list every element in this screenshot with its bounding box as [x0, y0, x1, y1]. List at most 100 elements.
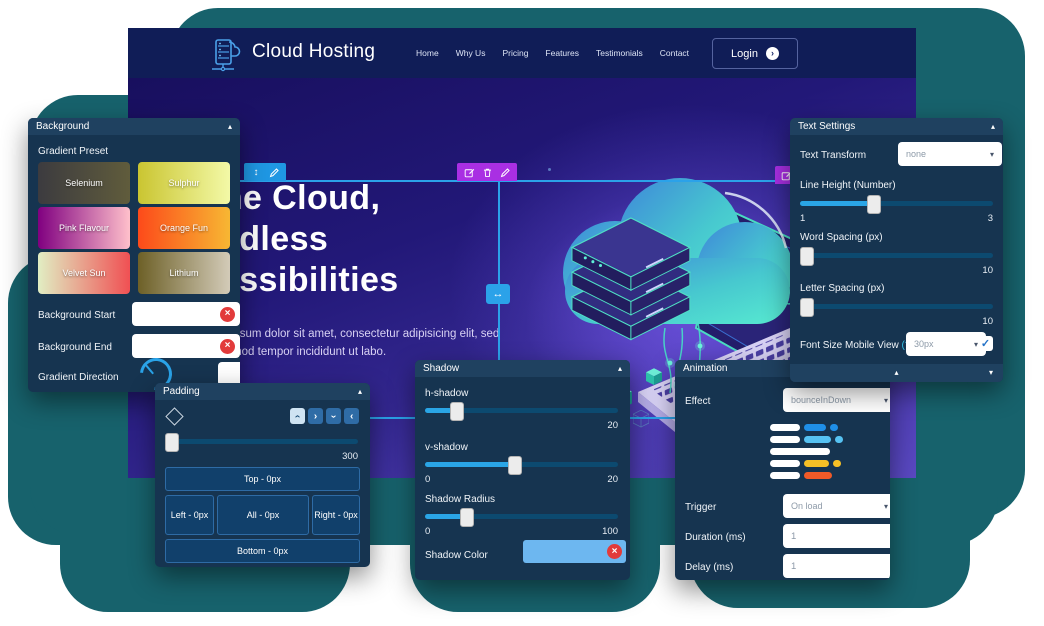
text-transform-select[interactable]: none ▾: [898, 142, 1002, 166]
shadow-color-swatch[interactable]: ×: [523, 540, 626, 563]
slider-thumb[interactable]: [165, 433, 179, 452]
trigger-label: Trigger: [685, 502, 716, 513]
slider-thumb[interactable]: [867, 195, 881, 214]
direction-left-button[interactable]: ›: [344, 408, 359, 424]
gradient-preset-sulphur[interactable]: Sulphur: [138, 162, 230, 204]
slider-max-label: 10: [982, 316, 993, 327]
trigger-select[interactable]: On load ▾: [783, 494, 890, 518]
cube-decoration: [646, 368, 662, 386]
padding-panel-header[interactable]: Padding ▴: [155, 383, 370, 400]
word-spacing-label: Word Spacing (px): [800, 232, 883, 243]
cube-outline-decoration: [633, 410, 649, 428]
padding-top-button[interactable]: Top - 0px: [165, 467, 360, 491]
gradient-preset-lithium[interactable]: Lithium: [138, 252, 230, 294]
background-end-label: Background End: [38, 342, 112, 353]
trash-icon[interactable]: [480, 165, 494, 179]
shadow-panel-header[interactable]: Shadow ▴: [415, 360, 630, 377]
direction-up-button[interactable]: ›: [290, 408, 305, 424]
background-start-input[interactable]: ×: [132, 302, 240, 326]
nav-item-testimonials[interactable]: Testimonials: [596, 48, 643, 58]
direction-right-button[interactable]: ›: [308, 408, 323, 424]
edit-icon[interactable]: [462, 165, 476, 179]
column-resize-handle[interactable]: ↔: [486, 284, 510, 304]
brand-title: Cloud Hosting: [252, 41, 375, 63]
brush-icon[interactable]: [267, 165, 281, 179]
text-settings-panel: Text Settings ▴ Text Transform none ▾ Li…: [790, 118, 1003, 382]
font-size-mobile-select[interactable]: 30px ▾: [906, 332, 986, 356]
main-nav: Home Why Us Pricing Features Testimonial…: [416, 28, 689, 78]
collapse-icon[interactable]: ▴: [894, 369, 898, 377]
nav-item-features[interactable]: Features: [545, 48, 579, 58]
collapse-icon[interactable]: ▴: [228, 123, 232, 131]
slider-max-label: 100: [602, 526, 618, 537]
nav-item-pricing[interactable]: Pricing: [502, 48, 528, 58]
line-height-slider[interactable]: [800, 201, 993, 206]
nav-item-why-us[interactable]: Why Us: [456, 48, 486, 58]
background-panel-header[interactable]: Background ▴: [28, 118, 240, 135]
delay-input[interactable]: 1: [783, 554, 890, 578]
selection-border-top: [232, 180, 832, 182]
v-shadow-slider[interactable]: [425, 462, 618, 467]
collapse-icon[interactable]: ▴: [991, 123, 995, 131]
shadow-radius-slider[interactable]: [425, 514, 618, 519]
move-icon[interactable]: [165, 407, 183, 425]
slider-min-label: 0: [425, 474, 430, 485]
letter-spacing-label: Letter Spacing (px): [800, 283, 885, 294]
shadow-panel: Shadow ▴ h-shadow 20 v-shadow 0 20 Shado…: [415, 360, 630, 580]
text-transform-label: Text Transform: [800, 150, 866, 161]
input-value: 1: [791, 561, 796, 572]
slider-thumb[interactable]: [460, 508, 474, 527]
clear-icon[interactable]: ×: [220, 339, 235, 354]
slider-thumb[interactable]: [800, 298, 814, 317]
slider-min-label: 1: [800, 213, 805, 224]
slider-max-label: 3: [988, 213, 993, 224]
nav-item-home[interactable]: Home: [416, 48, 439, 58]
padding-right-button[interactable]: Right - 0px: [312, 495, 360, 535]
duration-label: Duration (ms): [685, 532, 746, 543]
cloud-server-logo-icon: [204, 33, 246, 75]
gradient-preset-velvet-sun[interactable]: Velvet Sun: [38, 252, 130, 294]
duration-input[interactable]: 1: [783, 524, 890, 548]
slider-max-label: 20: [607, 474, 618, 485]
brush-icon[interactable]: [498, 165, 512, 179]
expand-icon[interactable]: ▾: [989, 369, 993, 377]
word-spacing-slider[interactable]: [800, 253, 993, 258]
direction-down-button[interactable]: ›: [326, 408, 341, 424]
gradient-preset-selenium[interactable]: Selenium: [38, 162, 130, 204]
collapse-icon[interactable]: ▴: [618, 365, 622, 373]
collapse-icon[interactable]: ▴: [358, 388, 362, 396]
slider-max-label: 20: [607, 420, 618, 431]
h-shadow-slider[interactable]: [425, 408, 618, 413]
clear-icon[interactable]: ×: [607, 544, 622, 559]
letter-spacing-slider[interactable]: [800, 304, 993, 309]
padding-all-button[interactable]: All - 0px: [217, 495, 309, 535]
slider-thumb[interactable]: [800, 247, 814, 266]
gradient-preset-pink-flavour[interactable]: Pink Flavour: [38, 207, 130, 249]
selected-value: bounceInDown: [791, 395, 851, 405]
font-size-mobile-label: Font Size Mobile View: [800, 340, 899, 351]
font-size-mobile-checkbox[interactable]: ✓: [978, 336, 993, 351]
slider-thumb[interactable]: [450, 402, 464, 421]
animation-panel: Animation ▴ Effect bounceInDown ▾ Trigge…: [675, 360, 890, 580]
slider-thumb[interactable]: [508, 456, 522, 475]
login-arrow-icon: ›: [766, 47, 779, 60]
animation-preview: [770, 424, 882, 484]
builder-canvas: Cloud Hosting Home Why Us Pricing Featur…: [0, 0, 1044, 626]
chevron-down-icon: ▾: [884, 502, 888, 511]
login-button[interactable]: Login ›: [712, 38, 798, 69]
panel-title: Shadow: [423, 363, 459, 374]
background-end-input[interactable]: ×: [132, 334, 240, 358]
chevron-down-icon: ▾: [884, 396, 888, 405]
padding-bottom-button[interactable]: Bottom - 0px: [165, 539, 360, 563]
background-start-label: Background Start: [38, 310, 115, 321]
padding-left-button[interactable]: Left - 0px: [165, 495, 214, 535]
nav-item-contact[interactable]: Contact: [660, 48, 689, 58]
gradient-direction-label: Gradient Direction: [38, 372, 119, 383]
text-settings-panel-header[interactable]: Text Settings ▴: [790, 118, 1003, 135]
effect-select[interactable]: bounceInDown ▾: [783, 388, 890, 412]
shadow-color-label: Shadow Color: [425, 550, 488, 561]
clear-icon[interactable]: ×: [220, 307, 235, 322]
padding-slider[interactable]: [165, 439, 358, 444]
gradient-preset-orange-fun[interactable]: Orange Fun: [138, 207, 230, 249]
move-vertical-icon[interactable]: ↕: [249, 165, 263, 179]
